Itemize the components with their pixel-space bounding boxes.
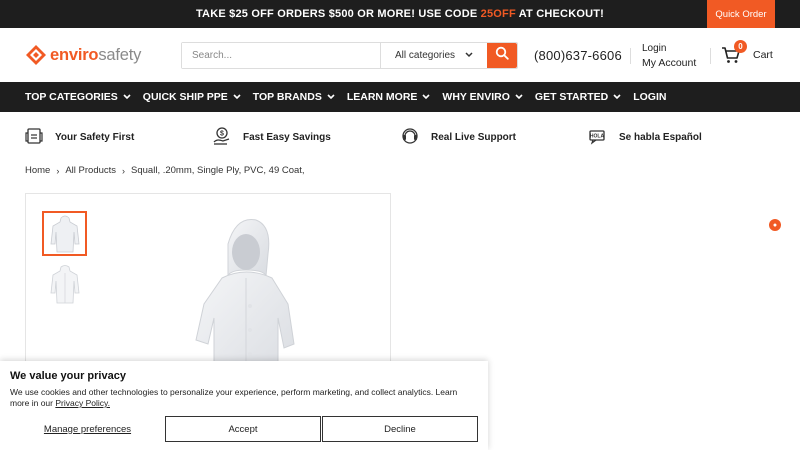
logo[interactable]: envirosafety xyxy=(25,44,165,66)
nav-item-why-enviro[interactable]: WHY ENVIRO xyxy=(442,91,523,103)
logo-text: envirosafety xyxy=(50,46,141,65)
chevron-right-icon: › xyxy=(56,165,60,176)
phone-number[interactable]: (800)637-6606 xyxy=(534,48,622,63)
logo-diamond-icon xyxy=(25,44,47,66)
site-header: envirosafety All categories (800)637-660… xyxy=(0,28,800,82)
search-icon xyxy=(495,46,509,65)
product-thumbnail[interactable] xyxy=(42,211,87,256)
feature-label: Se habla Español xyxy=(619,131,702,143)
chevron-down-icon xyxy=(515,91,523,103)
nav-item-learn-more[interactable]: LEARN MORE xyxy=(347,91,431,103)
cart-button[interactable]: 0 Cart xyxy=(721,40,773,64)
feature-label: Fast Easy Savings xyxy=(243,131,331,143)
nav-item-get-started[interactable]: GET STARTED xyxy=(535,91,621,103)
login-label: Login xyxy=(642,43,667,54)
search-input[interactable] xyxy=(182,43,380,68)
chevron-down-icon xyxy=(233,91,241,103)
quick-order-button[interactable]: Quick Order xyxy=(707,0,775,28)
feature-label: Your Safety First xyxy=(55,131,135,143)
cookie-banner: We value your privacy We use cookies and… xyxy=(0,361,488,450)
cookie-title: We value your privacy xyxy=(10,370,126,382)
nav-item-label: LOGIN xyxy=(633,91,667,103)
breadcrumb-all-products[interactable]: All Products xyxy=(65,165,116,176)
feature-support: Real Live Support xyxy=(400,126,588,149)
promo-code: 25OFF xyxy=(480,8,516,20)
accept-button[interactable]: Accept xyxy=(165,416,321,442)
cookie-actions: Manage preferences Accept Decline xyxy=(10,416,478,442)
feature-safety: Your Safety First xyxy=(24,126,212,149)
chevron-down-icon xyxy=(613,91,621,103)
logo-text-part1: enviro xyxy=(50,45,99,64)
breadcrumb: Home › All Products › Squall, .20mm, Sin… xyxy=(25,165,305,176)
feature-savings: $ Fast Easy Savings xyxy=(212,126,400,149)
breadcrumb-home[interactable]: Home xyxy=(25,165,50,176)
nav-item-label: TOP CATEGORIES xyxy=(25,91,118,103)
cart-icon: 0 xyxy=(721,40,747,64)
manage-preferences-link[interactable]: Manage preferences xyxy=(10,416,165,442)
nav-item-label: WHY ENVIRO xyxy=(442,91,510,103)
chat-badge-icon[interactable]: ● xyxy=(769,219,781,231)
chevron-down-icon xyxy=(123,91,131,103)
chevron-right-icon: › xyxy=(122,165,126,176)
nav-item-label: LEARN MORE xyxy=(346,91,418,103)
header-divider xyxy=(630,48,631,64)
cart-count-badge: 0 xyxy=(734,40,747,53)
raincoat-thumbnail-icon xyxy=(50,264,79,303)
chevron-down-icon xyxy=(465,50,473,61)
logo-text-part2: safety xyxy=(98,45,142,64)
promo-text-after: AT CHECKOUT! xyxy=(515,8,605,20)
main-nav: TOP CATEGORIES QUICK SHIP PPE TOP BRANDS… xyxy=(0,82,800,112)
product-thumbnail[interactable] xyxy=(42,262,87,307)
nav-item-label: TOP BRANDS xyxy=(252,91,322,103)
savings-icon: $ xyxy=(212,126,243,149)
my-account-label: My Account xyxy=(642,57,697,69)
decline-button[interactable]: Decline xyxy=(322,416,478,442)
feature-strip: Your Safety First $ Fast Easy Savings Re… xyxy=(0,112,800,162)
privacy-policy-link[interactable]: Privacy Policy. xyxy=(55,398,110,408)
chevron-down-icon xyxy=(422,91,430,103)
nav-item-label: GET STARTED xyxy=(534,91,609,103)
category-select[interactable]: All categories xyxy=(380,43,487,68)
svg-text:HOLA: HOLA xyxy=(590,133,605,139)
search-button[interactable] xyxy=(487,43,517,68)
nav-item-login[interactable]: LOGIN xyxy=(633,91,666,103)
safety-icon xyxy=(24,126,55,149)
chevron-down-icon xyxy=(327,91,335,103)
svg-text:$: $ xyxy=(220,130,224,137)
promo-text: TAKE $25 OFF ORDERS $500 OR MORE! USE CO… xyxy=(196,8,604,20)
nav-item-label: QUICK SHIP PPE xyxy=(142,91,228,103)
feature-label: Real Live Support xyxy=(431,131,517,143)
search-bar: All categories xyxy=(181,42,518,69)
raincoat-thumbnail-icon xyxy=(50,215,79,252)
spanish-icon: HOLA xyxy=(588,126,619,149)
nav-item-top-brands[interactable]: TOP BRANDS xyxy=(253,91,335,103)
account-link[interactable]: Login My Account xyxy=(642,42,696,70)
nav-item-top-categories[interactable]: TOP CATEGORIES xyxy=(25,91,131,103)
category-select-label: All categories xyxy=(395,50,456,61)
promo-bar: TAKE $25 OFF ORDERS $500 OR MORE! USE CO… xyxy=(0,0,800,28)
header-divider xyxy=(710,48,711,64)
nav-item-quick-ship-ppe[interactable]: QUICK SHIP PPE xyxy=(143,91,241,103)
promo-text-before: TAKE $25 OFF ORDERS $500 OR MORE! USE CO… xyxy=(195,8,481,20)
support-icon xyxy=(400,126,431,149)
cookie-text: We use cookies and other technologies to… xyxy=(10,387,478,409)
cart-label: Cart xyxy=(753,49,773,61)
feature-spanish: HOLA Se habla Español xyxy=(588,126,702,149)
breadcrumb-current: Squall, .20mm, Single Ply, PVC, 49 Coat, xyxy=(131,165,305,176)
